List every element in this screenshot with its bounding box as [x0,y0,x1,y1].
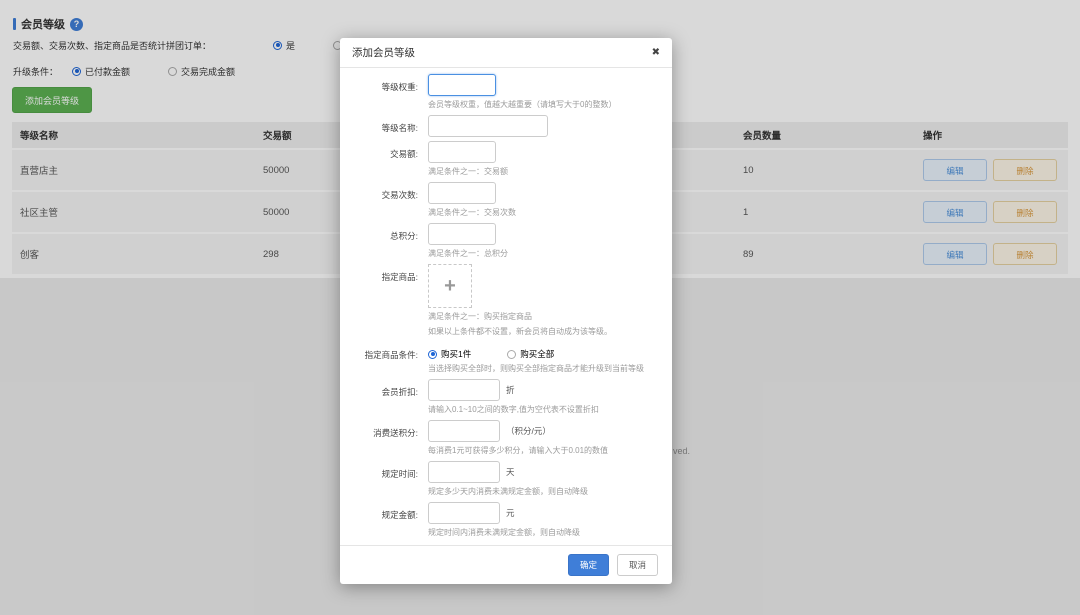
modal-title: 添加会员等级 [352,45,415,60]
points-per-yuan-input[interactable] [428,420,500,442]
field-hint: 规定多少天内消费未满规定金额，则自动降级 [428,485,658,498]
level-weight-input[interactable] [428,74,496,96]
field-goods-condition: 指定商品条件: 购买1件 购买全部当选择购买全部时，则购买全部指定商品才能升级到当前… [354,342,658,375]
radio-icon [507,350,516,359]
field-hint: 请输入0.1~10之间的数字,值为空代表不设置折扣 [428,403,658,416]
field-total-points: 总积分: 满足条件之一：总积分 [354,223,658,260]
field-hint: 每消费1元可获得多少积分，请输入大于0.01的数值 [428,444,658,457]
field-hint: 满足条件之一：总积分 [428,247,658,260]
field-member-discount: 会员折扣: 折请输入0.1~10之间的数字,值为空代表不设置折扣 [354,379,658,416]
plus-icon: + [444,276,456,296]
field-label: 消费送积分: [354,420,418,457]
field-hint: 满足条件之一：交易次数 [428,206,658,219]
level-name-input[interactable] [428,115,548,137]
field-label: 交易次数: [354,182,418,219]
field-label: 会员折扣: [354,379,418,416]
close-icon[interactable]: ✖ [652,48,660,58]
radio-option[interactable]: 购买1件 [428,348,471,360]
time-limit-input[interactable] [428,461,500,483]
confirm-button[interactable]: 确定 [568,554,609,576]
field-time-limit: 规定时间: 天规定多少天内消费未满规定金额，则自动降级 [354,461,658,498]
member-discount-input[interactable] [428,379,500,401]
field-amount-limit: 规定金额: 元规定时间内消费未满规定金额，则自动降级 [354,502,658,539]
modal-header: 添加会员等级 ✖ [340,38,672,68]
cancel-button[interactable]: 取消 [617,554,658,576]
radio-selected-icon [428,350,437,359]
field-label: 规定时间: [354,461,418,498]
field-label: 总积分: [354,223,418,260]
field-suffix: 元 [506,507,515,519]
field-label: 等级名称: [354,115,418,137]
radio-option-label: 购买全部 [520,348,554,360]
radio-option-label: 购买1件 [441,348,471,360]
field-suffix: 天 [506,466,515,478]
total-points-input[interactable] [428,223,496,245]
add-goods-button[interactable]: + [428,264,472,308]
radio-option[interactable]: 购买全部 [507,348,554,360]
field-level-name: 等级名称: [354,115,658,137]
trade-times-input[interactable] [428,182,496,204]
field-hint: 规定时间内消费未满规定金额，则自动降级 [428,526,658,539]
field-hint: 满足条件之一：交易额 [428,165,658,178]
modal-body: 等级权重: 会员等级权重，值越大越重要（请填写大于0的整数） 等级名称: 交易额: 满足… [340,68,672,545]
field-specified-goods: 指定商品: + 满足条件之一：购买指定商品如果以上条件都不设置，新会员将自动成为该等… [354,264,658,338]
field-trade-times: 交易次数: 满足条件之一：交易次数 [354,182,658,219]
field-label: 指定商品: [354,264,418,338]
field-label: 交易额: [354,141,418,178]
field-level-weight: 等级权重: 会员等级权重，值越大越重要（请填写大于0的整数） [354,74,658,111]
field-trade-amount: 交易额: 满足条件之一：交易额 [354,141,658,178]
field-hint: 当选择购买全部时，则购买全部指定商品才能升级到当前等级 [428,362,658,375]
field-hint: 满足条件之一：购买指定商品 [428,310,658,323]
field-points-per-yuan: 消费送积分: （积分/元） 每消费1元可获得多少积分，请输入大于0.01的数值 [354,420,658,457]
field-hint: 如果以上条件都不设置，新会员将自动成为该等级。 [428,325,658,338]
field-label: 规定金额: [354,502,418,539]
modal-footer: 确定 取消 [340,545,672,584]
amount-limit-input[interactable] [428,502,500,524]
field-suffix: （积分/元） [506,425,551,437]
field-label: 指定商品条件: [354,342,418,375]
field-suffix: 折 [506,384,515,396]
trade-amount-input[interactable] [428,141,496,163]
field-label: 等级权重: [354,74,418,111]
field-hint: 会员等级权重，值越大越重要（请填写大于0的整数） [428,98,658,111]
add-level-modal: 添加会员等级 ✖ 等级权重:会员等级权重，值越大越重要（请填写大于0的整数）等级… [340,38,672,584]
